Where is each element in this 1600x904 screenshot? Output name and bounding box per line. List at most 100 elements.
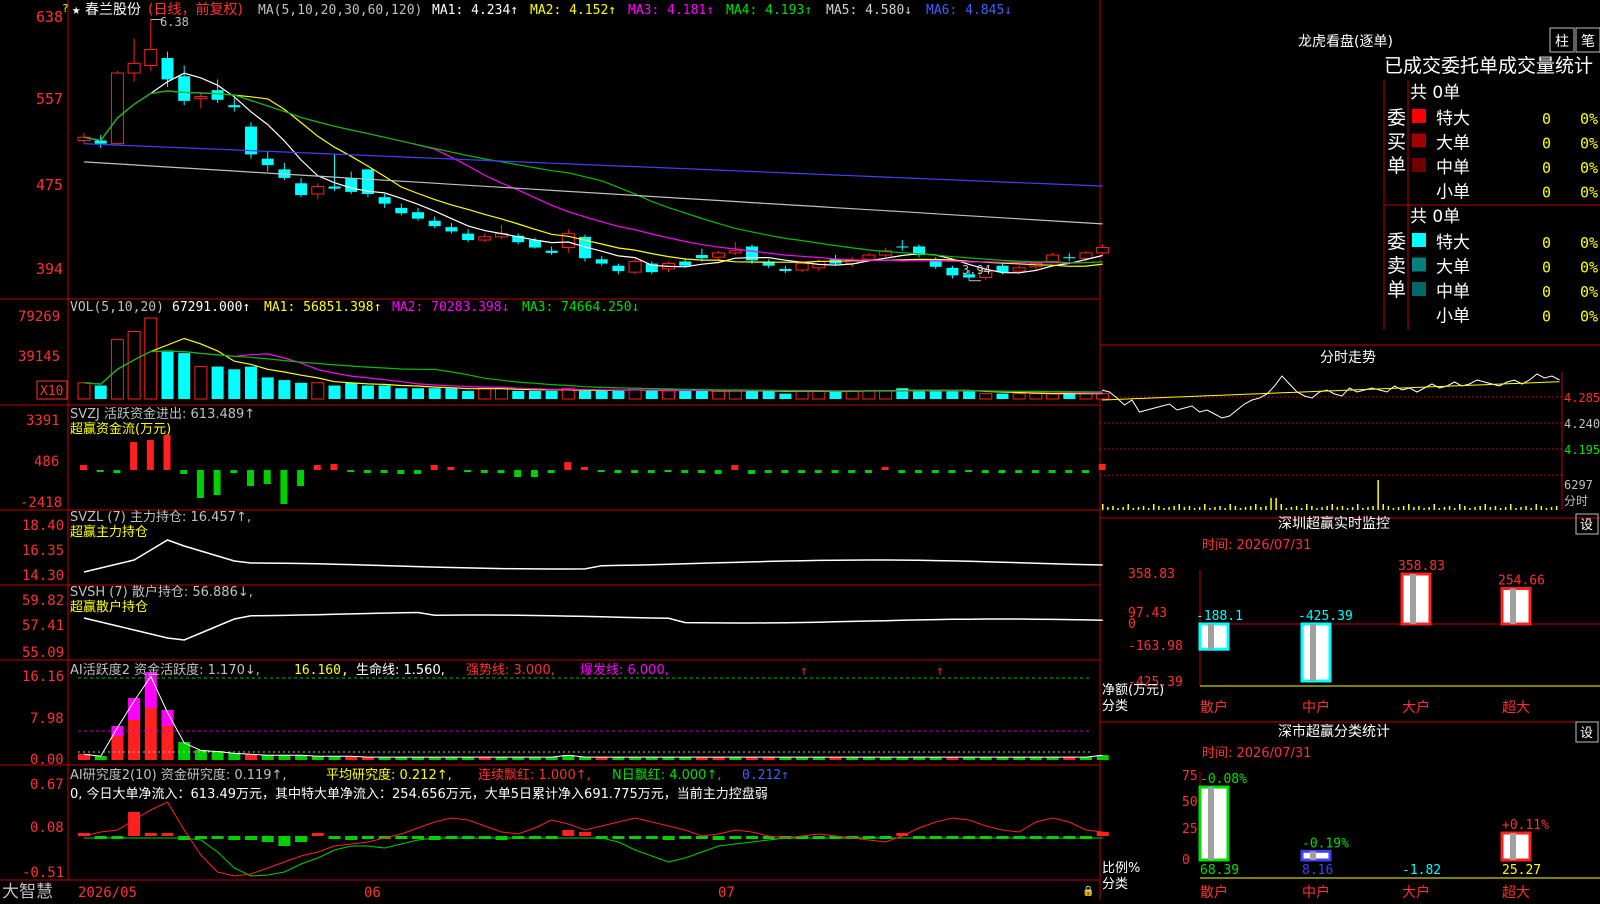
chart-canvas[interactable]: ↑ ↑ 358.8397.430-163.98-425.39-188.1 -425.… — [0, 0, 1600, 902]
class-category-label: 散户 — [1200, 884, 1228, 900]
svzj-bar — [664, 470, 672, 472]
ai2-bar — [629, 836, 642, 839]
svsh-subtitle: 超赢散户持仓 — [70, 599, 148, 615]
lhb-subtitle: 已成交委托单成交量统计 — [1384, 55, 1593, 77]
volume-bar — [913, 390, 925, 399]
candle-body — [795, 263, 809, 271]
ai2-bars[interactable] — [78, 801, 1109, 877]
ai2-bar — [144, 833, 157, 836]
lhb-title: 龙虎看盘(逐单) — [1298, 33, 1393, 50]
svzj-bar — [1048, 470, 1056, 473]
intraday-vol-bar — [1137, 507, 1140, 510]
class-axis-label: 0 — [1182, 853, 1190, 868]
ai1-v2: 16.160, — [294, 663, 349, 678]
monitor-value-label: -425.39 — [1298, 609, 1353, 624]
intraday-vol-bar — [1316, 508, 1318, 510]
intraday-price-line — [1101, 373, 1560, 419]
intraday-vol-bar — [1362, 508, 1364, 510]
candle-body — [412, 212, 424, 219]
intraday-vol-bar — [1127, 504, 1129, 510]
candle-body — [1046, 254, 1060, 262]
intraday-chart[interactable] — [1101, 373, 1560, 510]
candle-body — [161, 58, 174, 80]
intraday-vol-bar — [1306, 504, 1308, 510]
volume-bar — [378, 385, 391, 399]
stock-name[interactable]: 春兰股份 — [85, 2, 141, 18]
buy-side-label: 买 — [1387, 131, 1406, 153]
candle-body — [295, 183, 308, 196]
volume-bar — [829, 390, 842, 399]
intraday-vol-bar — [1448, 506, 1451, 510]
monitor-category-label: 中户 — [1302, 699, 1330, 716]
sell-row-pct: 0% — [1580, 234, 1598, 252]
monitor-axis-label: 0 — [1128, 617, 1136, 632]
class-axis-label: 25 — [1182, 822, 1198, 837]
intraday-vol-bar — [1535, 504, 1537, 510]
date-label: 06 — [364, 885, 381, 900]
intraday-vol-bar — [1540, 506, 1543, 510]
monitor-title: 深圳超赢实时监控 — [1278, 515, 1390, 532]
vol-value: 67291.000↑ — [172, 300, 250, 315]
volume-bar — [261, 377, 274, 399]
ma1-line — [83, 72, 1103, 274]
candle-body — [311, 186, 325, 195]
buy-row-name: 中单 — [1436, 158, 1470, 178]
volume-bar — [211, 366, 224, 399]
lock-icon[interactable]: 🔒 — [1082, 885, 1094, 897]
question-icon[interactable]: ? — [62, 2, 69, 15]
svzj-bar — [530, 470, 538, 477]
intraday-title: 分时走势 — [1320, 350, 1376, 366]
volume-bar — [161, 350, 174, 399]
svzj-bar — [130, 442, 138, 470]
monitor-ylabel: 净额(万元) — [1102, 683, 1164, 698]
candle-body — [1079, 252, 1093, 259]
ma6-value: MA6: 4.845↓ — [926, 3, 1012, 18]
svzj-bar — [581, 467, 588, 470]
buy-total: 共 0单 — [1410, 83, 1460, 103]
svzj-bar — [196, 470, 204, 498]
svzj-subtitle: 超赢资金流(万元) — [70, 421, 171, 437]
ai2-bar — [194, 836, 207, 839]
svzl-title: SVZL (7) 主力持仓: 16.457↑, — [70, 510, 251, 525]
svzj-bar — [965, 470, 973, 472]
intraday-vol-bar — [1387, 506, 1390, 510]
star-icon[interactable]: ★ — [72, 2, 81, 18]
intraday-vol-bar — [1265, 506, 1267, 510]
ai2-bar — [579, 832, 591, 836]
sell-row-swatch — [1412, 233, 1426, 247]
sell-row-pct: 0% — [1580, 308, 1598, 326]
intraday-vol-bar — [1453, 508, 1456, 510]
volume-bars[interactable] — [77, 317, 1110, 400]
volume-bar — [996, 393, 1009, 399]
svzj-bar — [1015, 470, 1023, 473]
vol-axis-label: 79269 — [18, 309, 60, 325]
ai2-bar — [712, 836, 725, 840]
ai2-bar — [328, 836, 341, 839]
ai1-bars[interactable]: ↑ ↑ — [78, 664, 1109, 760]
ai1-axis-label: 16.16 — [22, 669, 64, 685]
sz-class-bars[interactable]: 75 50 25 0 -0.08% 68.39 -0.19% 8.16 -1.82 +0.11% 2… — [1182, 769, 1600, 901]
svzj-bar — [614, 470, 622, 473]
sell-row-pct: 0% — [1580, 283, 1598, 301]
svzj-bar — [864, 470, 872, 473]
buy-side-label: 单 — [1387, 155, 1406, 177]
class-category-label: 中户 — [1302, 884, 1330, 900]
ai1-title: AI活跃度2 资金活跃度: 1.170↓, — [70, 662, 260, 678]
svzj-bar — [1065, 470, 1073, 473]
sz-monitor-bars[interactable]: 358.8397.430-163.98-425.39-188.1 -425.393… — [1128, 559, 1600, 716]
monitor-category-label: 散户 — [1200, 699, 1228, 716]
ai2-bar — [645, 836, 658, 839]
sell-row-pct: 0% — [1580, 259, 1598, 277]
buy-row-count: 0 — [1542, 159, 1551, 177]
vol-ma1: MA1: 56851.398↑ — [264, 300, 381, 315]
intraday-vol-bar — [1295, 506, 1298, 510]
intraday-vol-bar — [1122, 507, 1124, 510]
intraday-vol-bar — [1530, 508, 1532, 510]
monitor-axis-label: 358.83 — [1128, 567, 1175, 582]
sell-row-count: 0 — [1542, 234, 1551, 252]
ma2-value: MA2: 4.152↑ — [530, 3, 616, 18]
svzj-bar — [731, 465, 739, 470]
svzj-bars[interactable] — [80, 435, 1106, 504]
brand-logo[interactable]: 大智慧 — [2, 882, 53, 902]
svzj-bar — [714, 470, 722, 474]
